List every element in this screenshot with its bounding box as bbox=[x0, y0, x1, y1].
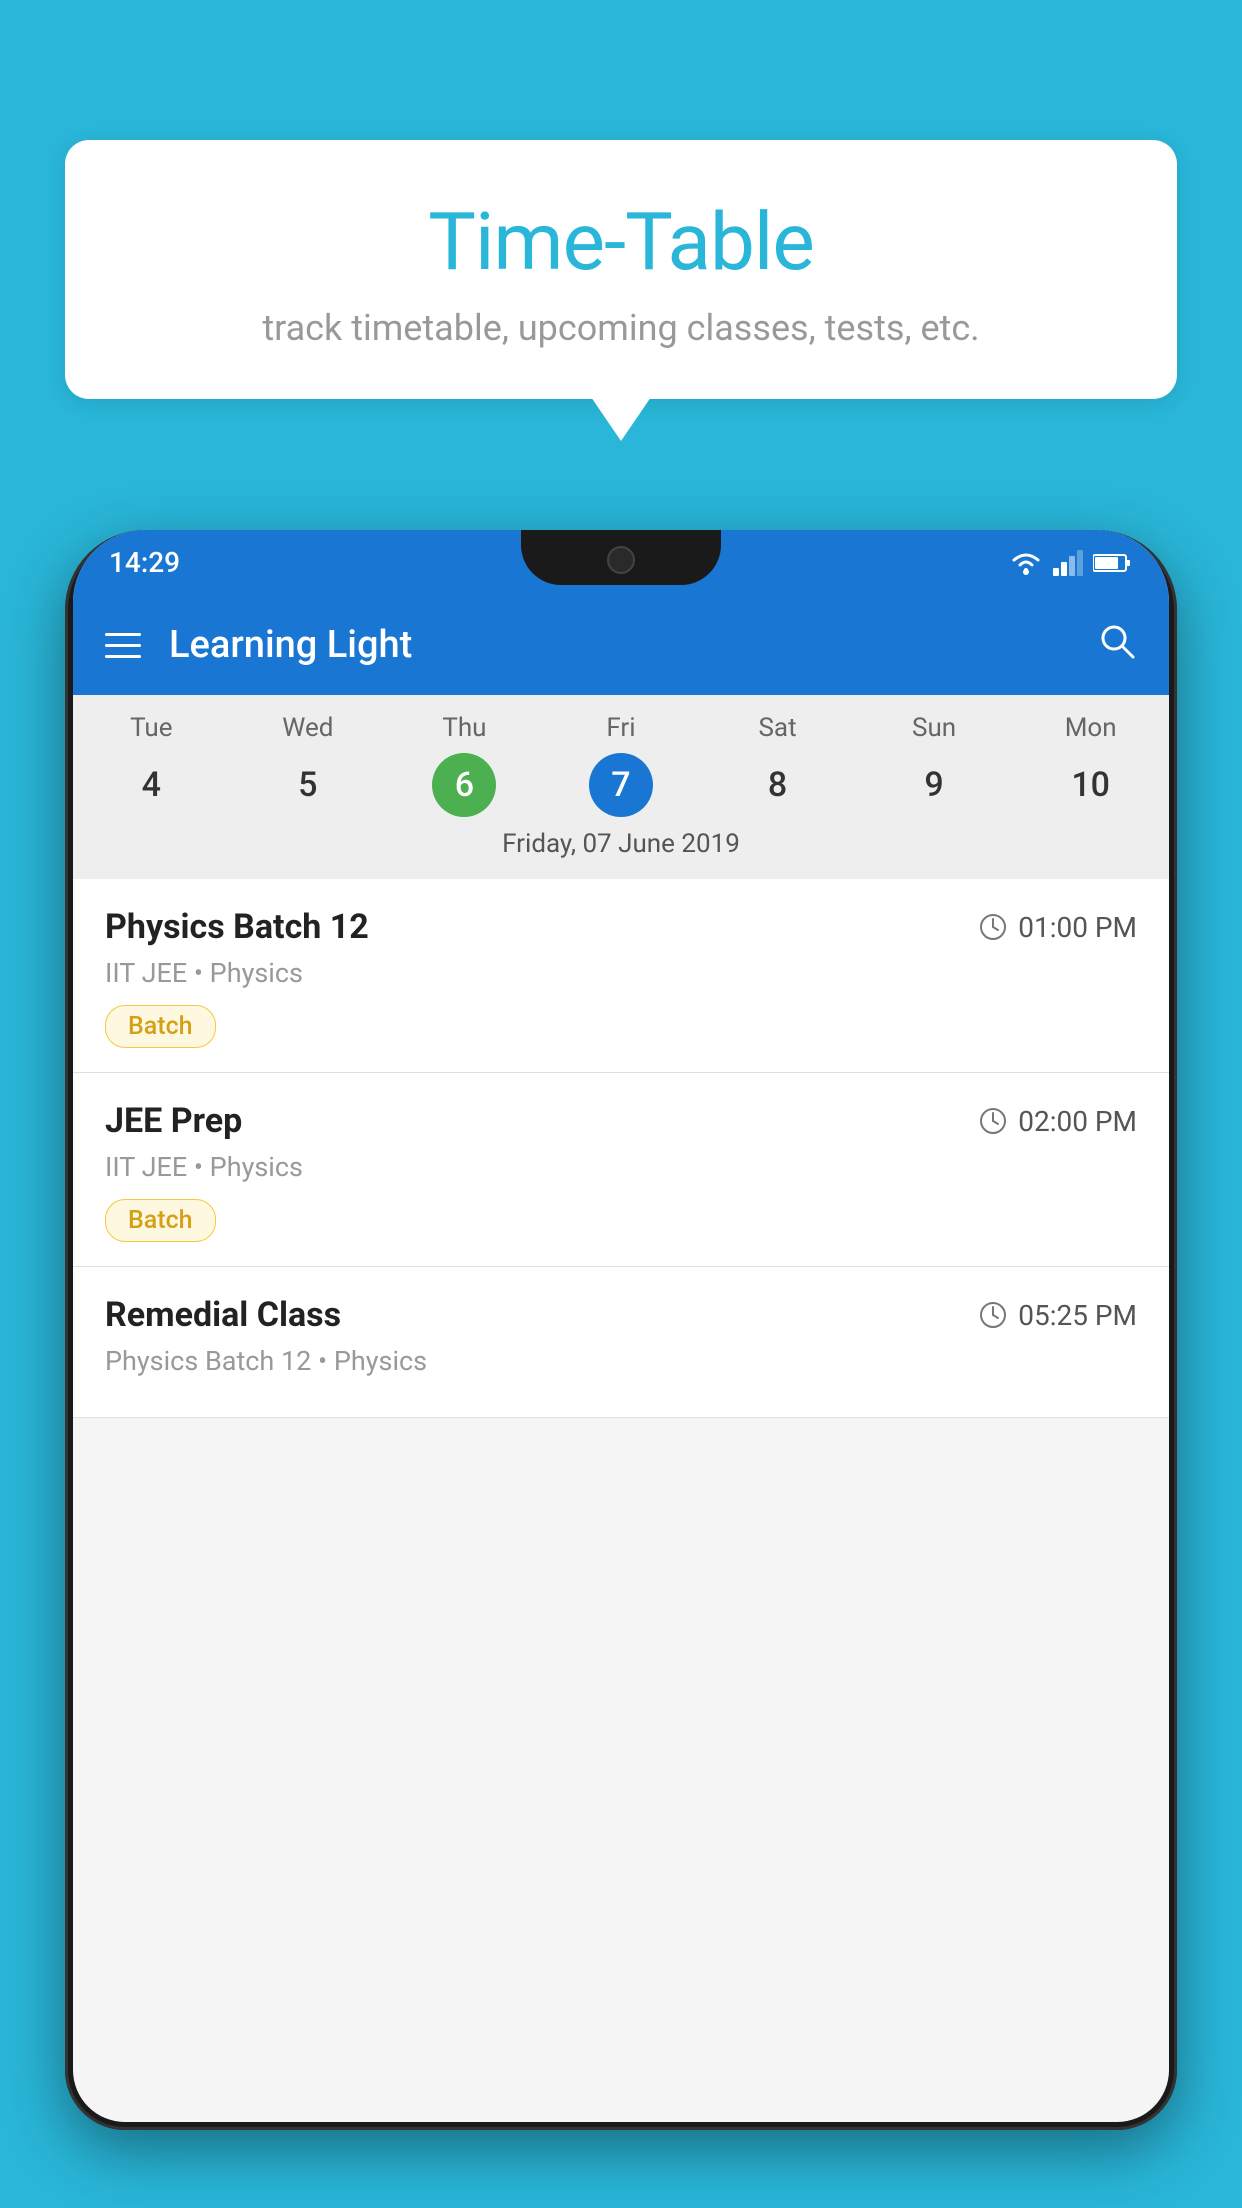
app-title: Learning Light bbox=[169, 623, 1069, 667]
menu-button[interactable] bbox=[105, 633, 141, 658]
schedule-list: Physics Batch 12 01:00 PM IIT JEE • Phys… bbox=[73, 879, 1169, 1418]
day-label-thu: Thu bbox=[386, 713, 543, 743]
schedule-item-header-2: JEE Prep 02:00 PM bbox=[105, 1101, 1137, 1141]
clock-icon-1 bbox=[978, 912, 1008, 942]
day-numbers: 4 5 6 7 8 9 bbox=[73, 753, 1169, 817]
day-10[interactable]: 10 bbox=[1012, 753, 1169, 817]
batch-badge-1: Batch bbox=[105, 1005, 216, 1048]
day-label-wed: Wed bbox=[230, 713, 387, 743]
menu-line bbox=[105, 655, 141, 658]
phone-container: 14:29 bbox=[65, 530, 1177, 2208]
menu-line bbox=[105, 644, 141, 647]
selected-date-label: Friday, 07 June 2019 bbox=[73, 829, 1169, 869]
calendar-strip: Tue Wed Thu Fri Sat Sun Mon 4 5 bbox=[73, 695, 1169, 879]
signal-icon bbox=[1053, 550, 1083, 576]
schedule-item-2[interactable]: JEE Prep 02:00 PM IIT JEE • Physics Batc… bbox=[73, 1073, 1169, 1267]
bubble-title: Time-Table bbox=[105, 195, 1137, 289]
search-button[interactable] bbox=[1097, 621, 1137, 670]
day-5[interactable]: 5 bbox=[230, 753, 387, 817]
schedule-title-3: Remedial Class bbox=[105, 1295, 341, 1335]
day-label-sat: Sat bbox=[699, 713, 856, 743]
day-label-mon: Mon bbox=[1012, 713, 1169, 743]
day-label-sun: Sun bbox=[856, 713, 1013, 743]
speech-bubble: Time-Table track timetable, upcoming cla… bbox=[65, 140, 1177, 399]
schedule-time-2: 02:00 PM bbox=[978, 1105, 1137, 1138]
phone-frame: 14:29 bbox=[65, 530, 1177, 2130]
schedule-sub-1: IIT JEE • Physics bbox=[105, 957, 1137, 989]
day-label-tue: Tue bbox=[73, 713, 230, 743]
app-bar: Learning Light bbox=[73, 595, 1169, 695]
front-camera bbox=[607, 546, 635, 574]
speech-bubble-container: Time-Table track timetable, upcoming cla… bbox=[65, 140, 1177, 399]
schedule-item-3[interactable]: Remedial Class 05:25 PM Physics Batch 12… bbox=[73, 1267, 1169, 1418]
day-8[interactable]: 8 bbox=[699, 753, 856, 817]
schedule-item-header-3: Remedial Class 05:25 PM bbox=[105, 1295, 1137, 1335]
clock-icon-2 bbox=[978, 1106, 1008, 1136]
day-label-fri: Fri bbox=[543, 713, 700, 743]
schedule-item-header-1: Physics Batch 12 01:00 PM bbox=[105, 907, 1137, 947]
schedule-item-1[interactable]: Physics Batch 12 01:00 PM IIT JEE • Phys… bbox=[73, 879, 1169, 1073]
status-time: 14:29 bbox=[109, 546, 180, 579]
batch-badge-2: Batch bbox=[105, 1199, 216, 1242]
day-4[interactable]: 4 bbox=[73, 753, 230, 817]
status-icons bbox=[1009, 550, 1133, 576]
bubble-subtitle: track timetable, upcoming classes, tests… bbox=[105, 307, 1137, 349]
clock-icon-3 bbox=[978, 1300, 1008, 1330]
day-7-selected[interactable]: 7 bbox=[543, 753, 700, 817]
schedule-title-2: JEE Prep bbox=[105, 1101, 242, 1141]
schedule-sub-2: IIT JEE • Physics bbox=[105, 1151, 1137, 1183]
battery-icon bbox=[1093, 552, 1133, 574]
schedule-time-3: 05:25 PM bbox=[978, 1299, 1137, 1332]
schedule-sub-3: Physics Batch 12 • Physics bbox=[105, 1345, 1137, 1377]
phone-notch bbox=[521, 530, 721, 585]
schedule-title-1: Physics Batch 12 bbox=[105, 907, 369, 947]
wifi-icon bbox=[1009, 550, 1043, 576]
phone-screen: 14:29 bbox=[73, 530, 1169, 2122]
day-6-today[interactable]: 6 bbox=[386, 753, 543, 817]
day-9[interactable]: 9 bbox=[856, 753, 1013, 817]
schedule-time-1: 01:00 PM bbox=[978, 911, 1137, 944]
menu-line bbox=[105, 633, 141, 636]
day-headers: Tue Wed Thu Fri Sat Sun Mon bbox=[73, 713, 1169, 743]
